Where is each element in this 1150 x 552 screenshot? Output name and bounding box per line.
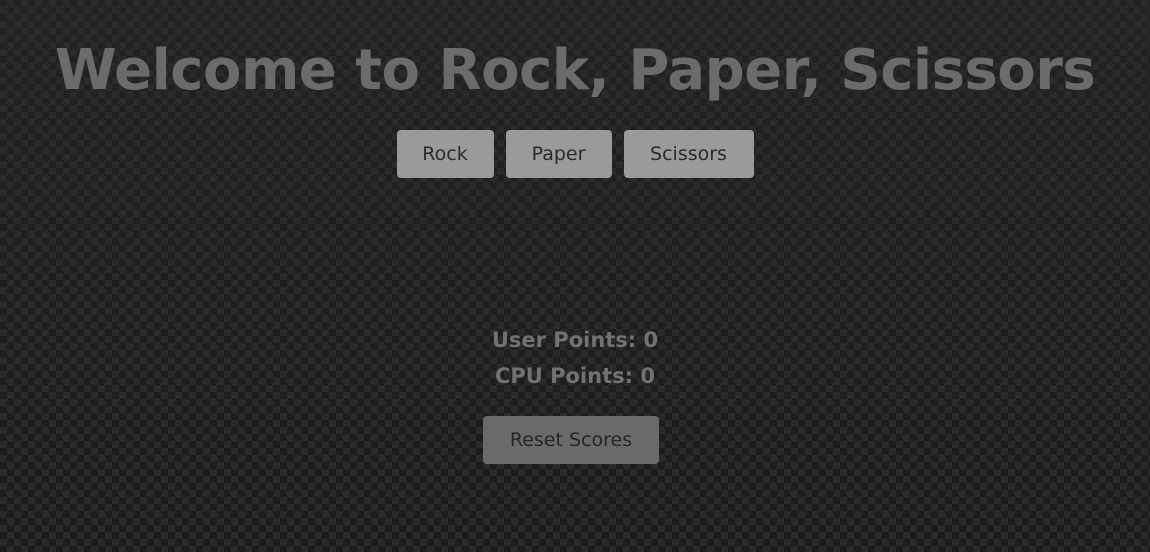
user-points-label: User Points: (491, 328, 637, 352)
page-title: Welcome to Rock, Paper, Scissors (54, 38, 1096, 103)
reset-scores-button[interactable]: Reset Scores (483, 416, 659, 464)
user-points-value: 0 (643, 328, 659, 352)
rock-button[interactable]: Rock (396, 130, 494, 178)
choice-buttons: Rock Paper Scissors (0, 130, 1150, 178)
paper-button[interactable]: Paper (505, 130, 612, 178)
cpu-points: CPU Points: 0 (0, 358, 1150, 394)
scissors-button[interactable]: Scissors (623, 130, 754, 178)
scoreboard: User Points: 0 CPU Points: 0 (0, 322, 1150, 394)
cpu-points-value: 0 (640, 364, 655, 388)
user-points: User Points: 0 (0, 322, 1150, 358)
cpu-points-label: CPU Points: (494, 364, 634, 388)
